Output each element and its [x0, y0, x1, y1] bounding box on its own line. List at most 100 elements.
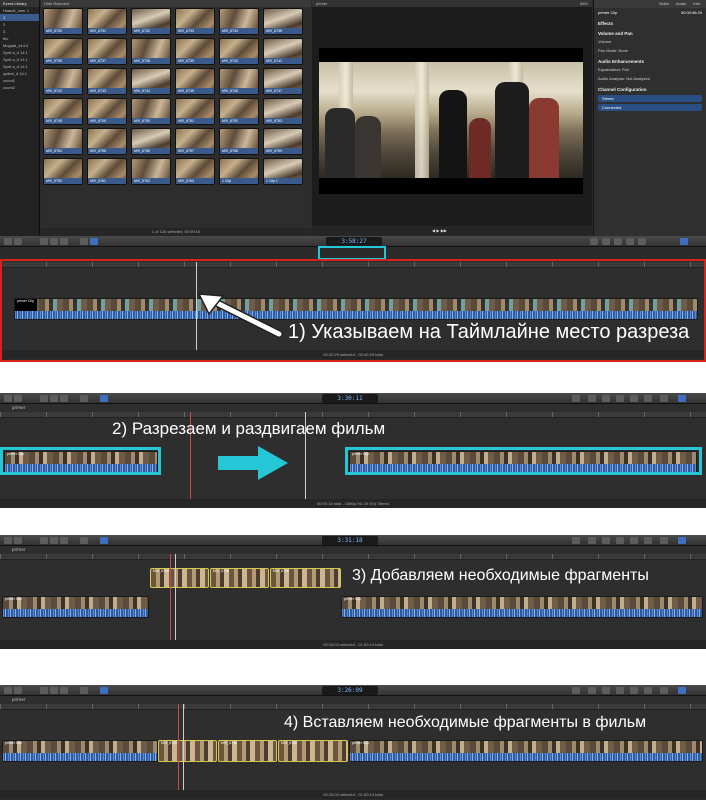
clip-left-part[interactable]: primer Clip: [2, 740, 158, 762]
clip-thumbnail[interactable]: MVI_6742: [43, 68, 83, 95]
clip-thumbnail[interactable]: MVI_6754: [43, 128, 83, 155]
clip-thumbnail[interactable]: MVI_6737: [87, 38, 127, 65]
inspector-tab[interactable]: Info: [693, 1, 700, 6]
video-scene-image: [319, 62, 583, 178]
clip-thumbnail[interactable]: MVI_6748: [43, 98, 83, 125]
clip-name: MVI_6755: [88, 148, 126, 154]
timecode-display: 3:58:27: [326, 237, 382, 246]
clip-name: MVI_6751: [176, 118, 214, 124]
library-item[interactable]: tbc: [0, 35, 39, 42]
library-item[interactable]: Mogaal_s14.0: [0, 42, 39, 49]
clip-name: MVI_6750: [132, 118, 170, 124]
clip-thumbnail[interactable]: 1 Clip 1: [263, 158, 303, 185]
clip-right-part[interactable]: primer Clip: [341, 596, 703, 618]
clip-thumbnail[interactable]: MVI_6738: [131, 38, 171, 65]
clip-thumbnail[interactable]: MVI_6745: [175, 68, 215, 95]
inspector-section-volume[interactable]: Volume and Pan: [594, 27, 706, 37]
clip-thumbnail[interactable]: MVI_6757: [175, 128, 215, 155]
inspector-section-effects[interactable]: Effects: [594, 17, 706, 27]
clip-name: 1 Clip 1: [264, 178, 302, 184]
library-item[interactable]: 1: [0, 14, 39, 21]
clip-name: MVI_6746: [220, 88, 258, 94]
viewer-panel: primer 88% ◀ ▶ ▶▶: [312, 0, 592, 236]
toolbar-step2: 3:30:11: [0, 393, 706, 404]
channel-connected[interactable]: Connected: [598, 104, 702, 111]
clip-thumbnail[interactable]: MVI_6760: [43, 158, 83, 185]
clip-thumbnail[interactable]: MVI_6763: [175, 158, 215, 185]
inserted-clip-1[interactable]: MVI_6745: [150, 568, 209, 588]
skimmer: [178, 704, 179, 790]
clip-name: MVI_6747: [264, 88, 302, 94]
clip-thumbnail[interactable]: MVI_6734: [219, 8, 259, 35]
inserted-clip-2[interactable]: MVI_6746: [210, 568, 269, 588]
inspector-section-enhance[interactable]: Audio Enhancements: [594, 55, 706, 65]
clip-thumbnail[interactable]: MVI_6752: [219, 98, 259, 125]
clip-thumbnail[interactable]: MVI_6735: [263, 8, 303, 35]
clip-thumbnail[interactable]: MVI_6744: [131, 68, 171, 95]
viewer-transport[interactable]: ◀ ▶ ▶▶: [312, 226, 592, 236]
channel-stereo[interactable]: Stereo: [598, 95, 702, 102]
clip-left-part[interactable]: primer Clip: [2, 596, 149, 618]
project-name: primer: [12, 697, 26, 702]
clip-thumbnail[interactable]: MVI_6753: [263, 98, 303, 125]
library-item[interactable]: 3: [0, 28, 39, 35]
clip-right-part[interactable]: primer Clip: [349, 740, 703, 762]
playhead[interactable]: [175, 554, 176, 640]
clip-thumbnail[interactable]: MVI_6732: [131, 8, 171, 35]
library-item[interactable]: 2: [0, 21, 39, 28]
library-item[interactable]: zoom2: [0, 84, 39, 91]
inserted-clip-1[interactable]: MVI_6745: [158, 740, 217, 762]
clip-thumbnail[interactable]: MVI_6731: [87, 8, 127, 35]
inserted-clip-2[interactable]: MVI_6746: [218, 740, 277, 762]
inspector-pan-row[interactable]: Pan Mode: None: [594, 46, 706, 55]
playhead[interactable]: [183, 704, 184, 790]
library-item[interactable]: Sprit a_d 14.1: [0, 49, 39, 56]
clip-thumbnail[interactable]: MVI_6751: [175, 98, 215, 125]
clip-thumbnail[interactable]: MVI_6739: [175, 38, 215, 65]
clip-thumbnail[interactable]: MVI_6750: [131, 98, 171, 125]
clip-thumbnail[interactable]: MVI_6733: [175, 8, 215, 35]
library-item[interactable]: Sprit a_d 14.1: [0, 63, 39, 70]
library-item[interactable]: Новый_олег 1: [0, 7, 39, 14]
library-item[interactable]: zoom1: [0, 77, 39, 84]
clip-thumbnail[interactable]: MVI_6755: [87, 128, 127, 155]
viewer-zoom[interactable]: 88%: [580, 0, 592, 7]
clip-name: MVI_6732: [132, 28, 170, 34]
clip-name: MVI_6762: [132, 178, 170, 184]
clip-thumbnail[interactable]: MVI_6756: [131, 128, 171, 155]
clip-thumbnail[interactable]: MVI_6749: [87, 98, 127, 125]
inserted-clip-3[interactable]: MVI_6748: [270, 568, 341, 588]
inspector-tab[interactable]: Audio: [676, 1, 693, 6]
inspector-panel: Video Audio Info primer Clip 00:00:46:29…: [593, 0, 706, 236]
clip-name: MVI_6739: [176, 58, 214, 64]
clip-thumbnail[interactable]: MVI_6736: [43, 38, 83, 65]
inspector-volume-row[interactable]: Volume: [594, 37, 706, 46]
caption-step4: 4) Вставляем необходимые фрагменты в фил…: [284, 714, 647, 731]
clip-thumbnail[interactable]: MVI_6741: [263, 38, 303, 65]
clip-thumbnail[interactable]: MVI_6743: [87, 68, 127, 95]
clip-thumbnail[interactable]: MVI_6762: [131, 158, 171, 185]
library-item[interactable]: Sprit a_d 14.1: [0, 56, 39, 63]
timecode-display: 3:26:09: [322, 686, 378, 695]
inserted-clip-3[interactable]: MVI_6748: [278, 740, 348, 762]
clip-thumbnail[interactable]: MVI_6758: [219, 128, 259, 155]
inspector-tab[interactable]: Video: [659, 1, 676, 6]
clip-thumbnail[interactable]: MVI_6740: [219, 38, 259, 65]
clip-name: MVI_6736: [44, 58, 82, 64]
clip-thumbnail[interactable]: MVI_6730: [43, 8, 83, 35]
clip-name: MVI_6733: [176, 28, 214, 34]
clip-thumbnail[interactable]: MVI_6747: [263, 68, 303, 95]
timeline-step3: primer MVI_6745 MVI_6746 MVI_6748 primer…: [0, 546, 706, 640]
clip-name: MVI_6738: [132, 58, 170, 64]
clip-thumbnail[interactable]: MVI_6759: [263, 128, 303, 155]
clip-thumbnail[interactable]: 1 Clip: [219, 158, 259, 185]
clip-name: MVI_6763: [176, 178, 214, 184]
clip-thumbnail[interactable]: MVI_6746: [219, 68, 259, 95]
inspector-section-channels[interactable]: Channel Configuration: [594, 83, 706, 93]
inspector-eq-row[interactable]: Equalization: Flat: [594, 65, 706, 74]
clip-thumbnail[interactable]: MVI_6761: [87, 158, 127, 185]
toolbar-step3: 3:31:18: [0, 535, 706, 546]
skimmer: [170, 554, 171, 640]
library-item[interactable]: optimi_d 14.1: [0, 70, 39, 77]
clip-name: MVI_6758: [220, 148, 258, 154]
